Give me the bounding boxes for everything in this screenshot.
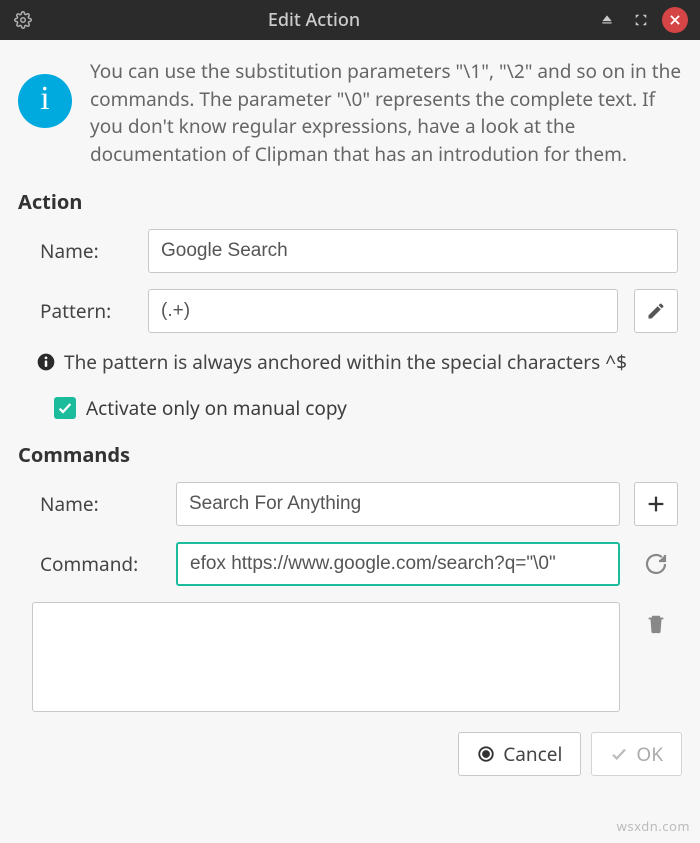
ok-button-label: OK	[636, 741, 663, 767]
info-text: You can use the substitution parameters …	[90, 58, 682, 168]
action-name-label: Name:	[32, 238, 132, 264]
window-close-button[interactable]	[662, 7, 688, 33]
ok-button[interactable]: OK	[591, 732, 682, 776]
command-value-input[interactable]	[176, 542, 620, 586]
pattern-hint-row: The pattern is always anchored within th…	[32, 349, 678, 375]
action-pattern-row: Pattern:	[32, 289, 678, 333]
activate-checkbox[interactable]	[54, 397, 76, 419]
action-pattern-input[interactable]	[148, 289, 618, 333]
action-name-input[interactable]	[148, 229, 678, 273]
command-name-row: Name:	[32, 482, 678, 526]
window-maximize-button[interactable]	[628, 7, 654, 33]
command-add-button[interactable]	[634, 482, 678, 526]
pencil-icon	[646, 301, 666, 321]
pattern-edit-button[interactable]	[634, 289, 678, 333]
trash-icon	[645, 613, 667, 635]
pattern-hint-text: The pattern is always anchored within th…	[64, 349, 627, 375]
window-body: i You can use the substitution parameter…	[0, 40, 700, 790]
command-name-label: Name:	[32, 491, 162, 517]
check-icon	[57, 400, 73, 416]
titlebar: Edit Action	[0, 0, 700, 40]
window-shade-button[interactable]	[594, 7, 620, 33]
command-value-label: Command:	[32, 551, 162, 577]
commands-section-header: Commands	[18, 441, 682, 468]
command-refresh-button[interactable]	[634, 542, 678, 586]
command-delete-button[interactable]	[634, 602, 678, 646]
command-value-row: Command:	[32, 542, 678, 586]
info-panel: i You can use the substitution parameter…	[18, 58, 682, 168]
check-icon	[610, 745, 628, 763]
watermark: wsxdn.com	[617, 817, 690, 835]
plus-icon	[645, 493, 667, 515]
action-name-row: Name:	[32, 229, 678, 273]
activate-checkbox-row[interactable]: Activate only on manual copy	[32, 395, 678, 421]
action-section-header: Action	[18, 188, 682, 215]
action-pattern-label: Pattern:	[32, 298, 132, 324]
info-circle-icon	[36, 352, 56, 372]
refresh-icon	[644, 552, 668, 576]
command-list-area[interactable]	[32, 602, 620, 712]
window-title: Edit Action	[42, 8, 586, 32]
cancel-button-label: Cancel	[503, 741, 562, 767]
activate-checkbox-label: Activate only on manual copy	[86, 395, 347, 421]
command-list-row	[32, 602, 678, 712]
info-icon: i	[18, 74, 72, 128]
command-name-input[interactable]	[176, 482, 620, 526]
footer-buttons: Cancel OK	[18, 732, 682, 776]
cancel-button[interactable]: Cancel	[458, 732, 581, 776]
gear-icon	[12, 9, 34, 31]
cancel-icon	[477, 745, 495, 763]
